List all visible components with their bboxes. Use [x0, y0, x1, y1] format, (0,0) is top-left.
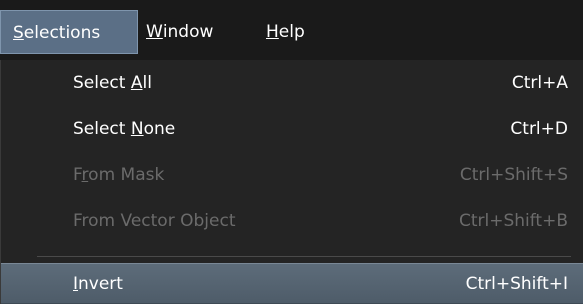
menuitem-from-mask-label: From Mask: [73, 165, 165, 185]
menuitem-select-none-label: Select None: [73, 119, 176, 139]
menu-window[interactable]: Window: [146, 10, 250, 54]
app-window: Selections Window Help Select All Ctrl+A…: [0, 0, 583, 304]
menuitem-from-mask-shortcut: Ctrl+Shift+S: [459, 165, 568, 185]
menu-selections-label: elections: [23, 23, 101, 43]
menu-help[interactable]: Help: [266, 10, 336, 54]
menuitem-select-all[interactable]: Select All Ctrl+A: [1, 60, 583, 106]
menu-help-accel: H: [266, 22, 279, 42]
menuitem-from-mask: From Mask Ctrl+Shift+S: [1, 152, 583, 198]
menuitem-select-none[interactable]: Select None Ctrl+D: [1, 106, 583, 152]
menu-separator: [37, 256, 571, 257]
menu-window-accel: W: [146, 22, 163, 42]
menuitem-invert-shortcut: Ctrl+Shift+I: [465, 274, 568, 294]
menuitem-from-vector-object-label: From Vector Object: [73, 211, 236, 231]
menuitem-invert-label: Invert: [73, 274, 123, 294]
menu-bar: Selections Window Help: [0, 0, 583, 60]
menuitem-select-none-shortcut: Ctrl+D: [510, 119, 568, 139]
selections-dropdown: Select All Ctrl+A Select None Ctrl+D Fro…: [0, 60, 583, 304]
menu-window-label: indow: [162, 22, 214, 42]
menu-selections[interactable]: Selections: [0, 10, 138, 54]
menuitem-invert[interactable]: Invert Ctrl+Shift+I: [1, 263, 583, 304]
menu-selections-accel: S: [13, 23, 24, 43]
menuitem-select-all-label: Select All: [73, 73, 152, 93]
menuitem-from-vector-object-shortcut: Ctrl+Shift+B: [458, 211, 568, 231]
menuitem-select-all-shortcut: Ctrl+A: [511, 73, 568, 93]
menu-help-label: elp: [278, 22, 305, 42]
menuitem-from-vector-object: From Vector Object Ctrl+Shift+B: [1, 198, 583, 244]
